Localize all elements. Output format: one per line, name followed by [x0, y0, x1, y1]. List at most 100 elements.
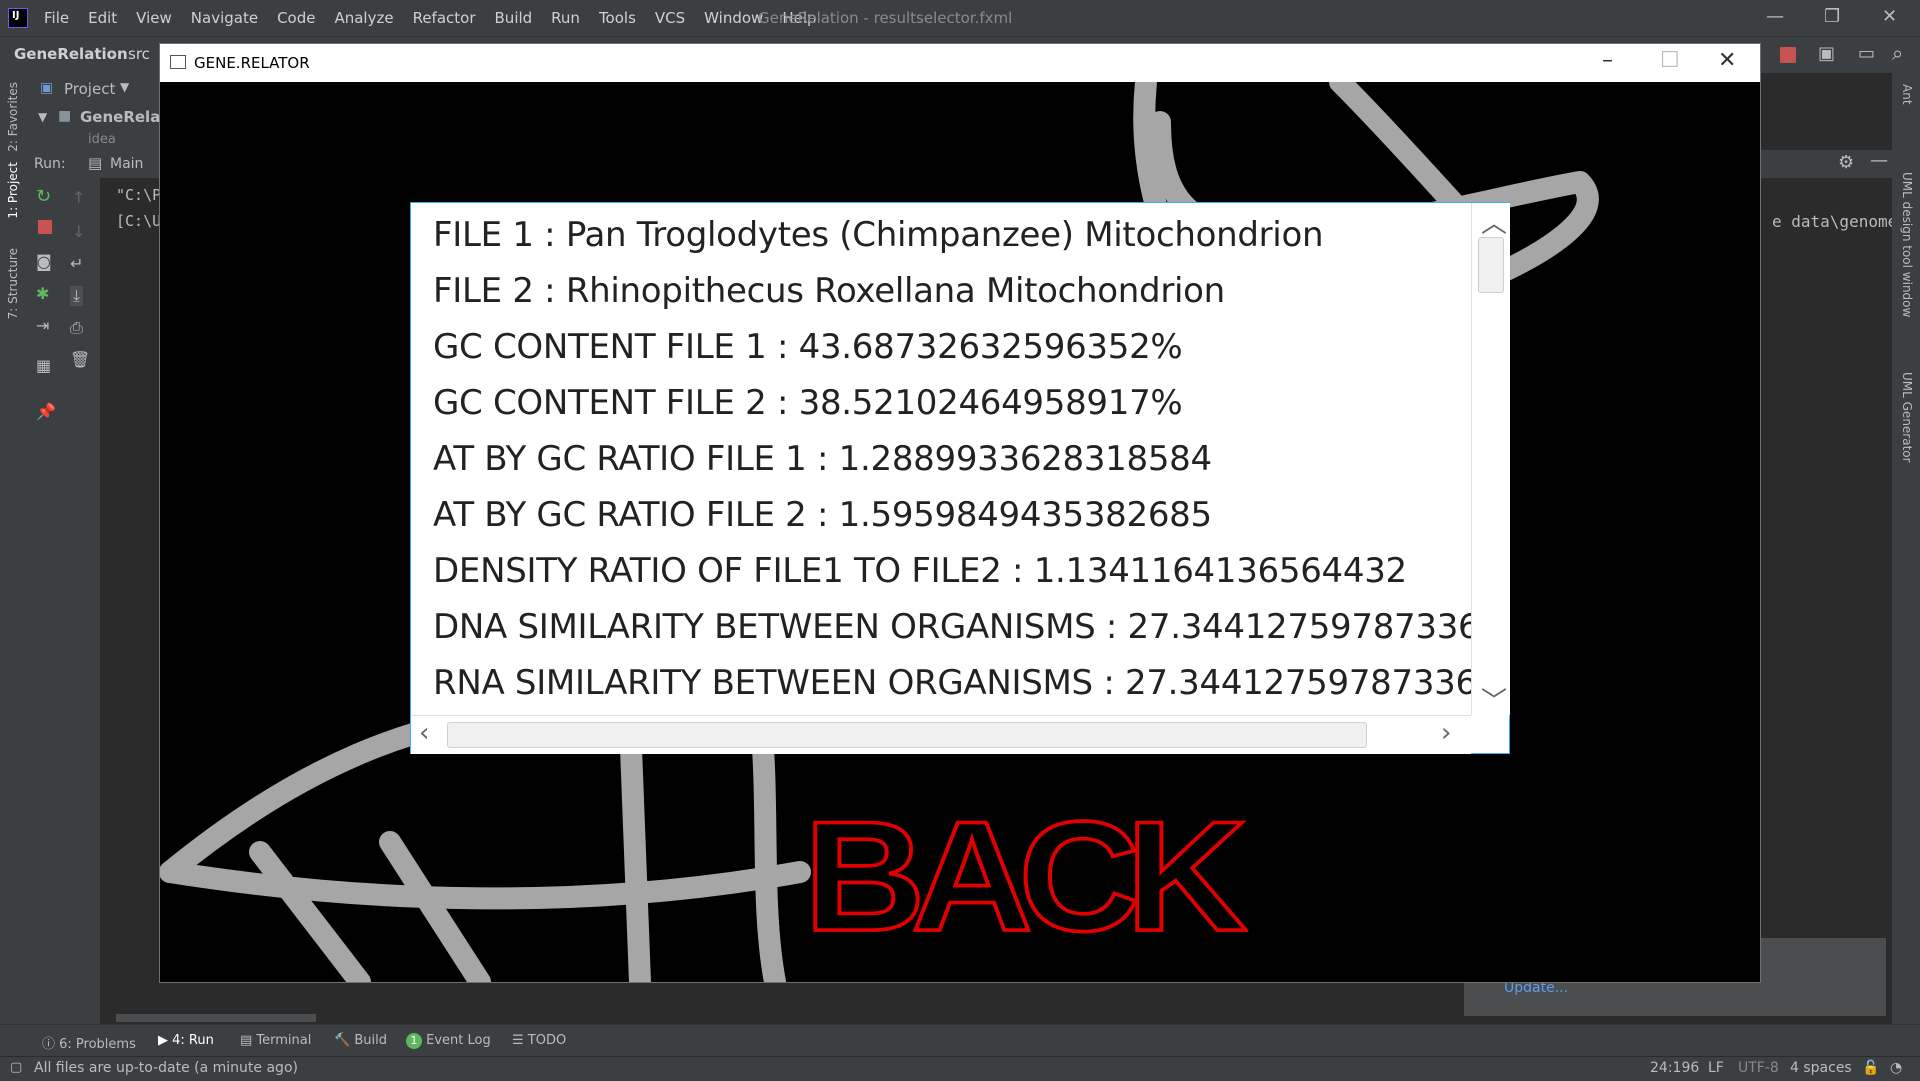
- result-item[interactable]: RNA SIMILARITY BETWEEN ORGANISMS : 27.34…: [433, 663, 1471, 703]
- app-maximize-icon[interactable]: ☐: [1660, 48, 1680, 73]
- right-tool-stripe: Ant UML design tool window UML Generator: [1892, 72, 1920, 1024]
- app-titlebar: GENE.RELATOR – ☐ ✕: [160, 44, 1760, 82]
- line-separator[interactable]: LF: [1708, 1060, 1724, 1076]
- hide-panel-icon[interactable]: —: [1870, 150, 1888, 171]
- menu-edit[interactable]: Edit: [88, 9, 117, 27]
- run-panel-header: Run: ▤ Main: [28, 150, 160, 178]
- soft-wrap-icon[interactable]: ↵: [70, 254, 83, 273]
- menu-vcs[interactable]: VCS: [655, 9, 685, 27]
- console-line-right: e data\genomes: [1772, 212, 1907, 231]
- stop-icon[interactable]: [1780, 47, 1796, 63]
- result-item[interactable]: FILE 1 : Pan Troglodytes (Chimpanzee) Mi…: [433, 215, 1324, 255]
- trash-icon[interactable]: 🗑: [70, 350, 90, 369]
- gear-icon[interactable]: ⚙: [1838, 152, 1854, 173]
- project-panel-icon: ▣: [40, 80, 54, 96]
- menu-view[interactable]: View: [136, 9, 172, 27]
- result-item[interactable]: GC CONTENT FILE 1 : 43.68732632596352%: [433, 327, 1183, 367]
- stop-run-icon[interactable]: [38, 220, 52, 234]
- breadcrumb-folder[interactable]: src: [128, 45, 150, 63]
- app-minimize-icon[interactable]: –: [1602, 48, 1613, 73]
- back-button[interactable]: BACK: [802, 796, 1249, 956]
- result-item[interactable]: AT BY GC RATIO FILE 2 : 1.59598494353826…: [433, 495, 1212, 535]
- tab-terminal[interactable]: ▤ Terminal: [240, 1033, 311, 1048]
- tab-run[interactable]: ▶ 4: Run: [158, 1033, 214, 1048]
- minimize-icon[interactable]: —: [1766, 6, 1784, 27]
- tab-build[interactable]: 🔨 Build: [334, 1033, 387, 1048]
- caret-position[interactable]: 24:196: [1650, 1060, 1699, 1076]
- layout-icon[interactable]: ▦: [36, 356, 51, 375]
- console-line: "C:\P: [116, 186, 162, 204]
- project-tab[interactable]: 1: Project: [6, 162, 20, 219]
- horizontal-results-scrollbar[interactable]: ‹ ›: [411, 715, 1471, 754]
- result-item[interactable]: FILE 2 : Rhinopithecus Roxellana Mitocho…: [433, 271, 1225, 311]
- menu-run[interactable]: Run: [551, 9, 580, 27]
- menu-analyze[interactable]: Analyze: [334, 9, 393, 27]
- run-config-tab[interactable]: Main: [110, 156, 143, 172]
- search-icon[interactable]: ⌕: [1892, 41, 1903, 65]
- menu-file[interactable]: File: [44, 9, 69, 27]
- app-content: FILE 1 : Pan Troglodytes (Chimpanzee) Mi…: [160, 82, 1760, 982]
- vertical-scrollbar[interactable]: ︿ ﹀: [1471, 203, 1510, 718]
- run-console[interactable]: "C:\P [C:\U: [100, 178, 162, 1024]
- lock-icon[interactable]: 🔓: [1862, 1060, 1879, 1076]
- layout-icon[interactable]: ▭: [1858, 43, 1875, 64]
- uml-generator-tab[interactable]: UML Generator: [1900, 372, 1914, 463]
- structure-tab[interactable]: 7: Structure: [6, 248, 20, 319]
- notifications-icon[interactable]: ◔: [1890, 1060, 1902, 1076]
- close-icon[interactable]: ✕: [1882, 6, 1897, 27]
- horizontal-scrollbar[interactable]: [116, 1014, 316, 1022]
- tab-todo[interactable]: ☰ TODO: [512, 1033, 566, 1048]
- update-link[interactable]: Update...: [1504, 980, 1568, 996]
- exit-icon[interactable]: ⇥: [36, 316, 49, 335]
- uml-design-tab[interactable]: UML design tool window: [1900, 172, 1914, 317]
- ide-titlebar: File Edit View Navigate Code Analyze Ref…: [0, 0, 1920, 36]
- scroll-down-icon[interactable]: ﹀: [1481, 681, 1507, 718]
- favorites-tab[interactable]: 2: Favorites: [6, 82, 20, 152]
- result-item[interactable]: DENSITY RATIO OF FILE1 TO FILE2 : 1.1341…: [433, 551, 1407, 591]
- horizontal-scroll-thumb[interactable]: [447, 722, 1367, 748]
- ant-tab[interactable]: Ant: [1900, 84, 1914, 105]
- menu-bar: File Edit View Navigate Code Analyze Ref…: [44, 0, 836, 36]
- file-encoding[interactable]: UTF-8: [1738, 1060, 1779, 1076]
- tree-expand-icon[interactable]: ▼: [38, 110, 47, 124]
- app-close-icon[interactable]: ✕: [1718, 48, 1736, 73]
- scroll-to-end-icon[interactable]: ⤓: [70, 286, 84, 306]
- event-log-badge: 1: [406, 1033, 422, 1049]
- scroll-left-icon[interactable]: ‹: [419, 718, 429, 748]
- indent-setting[interactable]: 4 spaces: [1790, 1060, 1852, 1076]
- results-list[interactable]: FILE 1 : Pan Troglodytes (Chimpanzee) Mi…: [410, 202, 1510, 754]
- restore-icon[interactable]: ❐: [1824, 6, 1840, 27]
- camera-icon[interactable]: ◙: [36, 252, 52, 271]
- rerun-icon[interactable]: ↻: [36, 186, 51, 207]
- menu-code[interactable]: Code: [277, 9, 315, 27]
- print-icon[interactable]: ⎙: [70, 318, 83, 338]
- pin-icon[interactable]: 📌: [36, 402, 56, 421]
- project-panel-label[interactable]: Project: [64, 80, 115, 98]
- up-arrow-icon[interactable]: ↑: [72, 188, 85, 207]
- menu-navigate[interactable]: Navigate: [191, 9, 258, 27]
- menu-build[interactable]: Build: [495, 9, 533, 27]
- project-child-item[interactable]: idea: [88, 132, 116, 147]
- status-bar: ▢ All files are up-to-date (a minute ago…: [0, 1056, 1920, 1081]
- scroll-right-icon[interactable]: ›: [1441, 718, 1451, 748]
- vertical-scroll-thumb[interactable]: [1478, 237, 1504, 293]
- scroll-up-icon[interactable]: ︿: [1481, 203, 1507, 240]
- project-structure-icon[interactable]: ▣: [1818, 43, 1835, 64]
- debug-icon[interactable]: ✱: [36, 284, 49, 303]
- bottom-tool-tabs: ⓘ 6: Problems ▶ 4: Run ▤ Terminal 🔨 Buil…: [0, 1024, 1920, 1057]
- result-item[interactable]: GC CONTENT FILE 2 : 38.52102464958917%: [433, 383, 1183, 423]
- status-toggle-icon[interactable]: ▢: [10, 1060, 22, 1075]
- menu-window[interactable]: Window: [704, 9, 763, 27]
- tab-event-log[interactable]: 1 Event Log: [406, 1033, 491, 1049]
- result-item[interactable]: DNA SIMILARITY BETWEEN ORGANISMS : 27.34…: [433, 607, 1471, 647]
- app-window-icon: [170, 55, 186, 69]
- project-root-item[interactable]: GeneRelati: [80, 108, 173, 126]
- menu-tools[interactable]: Tools: [599, 9, 636, 27]
- chevron-down-icon[interactable]: ▼: [120, 80, 129, 94]
- result-item[interactable]: AT BY GC RATIO FILE 1 : 1.28899336283185…: [433, 439, 1212, 479]
- tab-problems[interactable]: ⓘ 6: Problems: [42, 1033, 136, 1052]
- left-tool-stripe: 2: Favorites 1: Project 7: Structure: [0, 72, 28, 1024]
- menu-refactor[interactable]: Refactor: [413, 9, 476, 27]
- down-arrow-icon[interactable]: ↓: [72, 222, 85, 241]
- run-toolbar: ↻ ◙ ✱ ⇥ ▦ 📌 ↑ ↓ ↵ ⤓ ⎙ 🗑: [28, 178, 100, 1052]
